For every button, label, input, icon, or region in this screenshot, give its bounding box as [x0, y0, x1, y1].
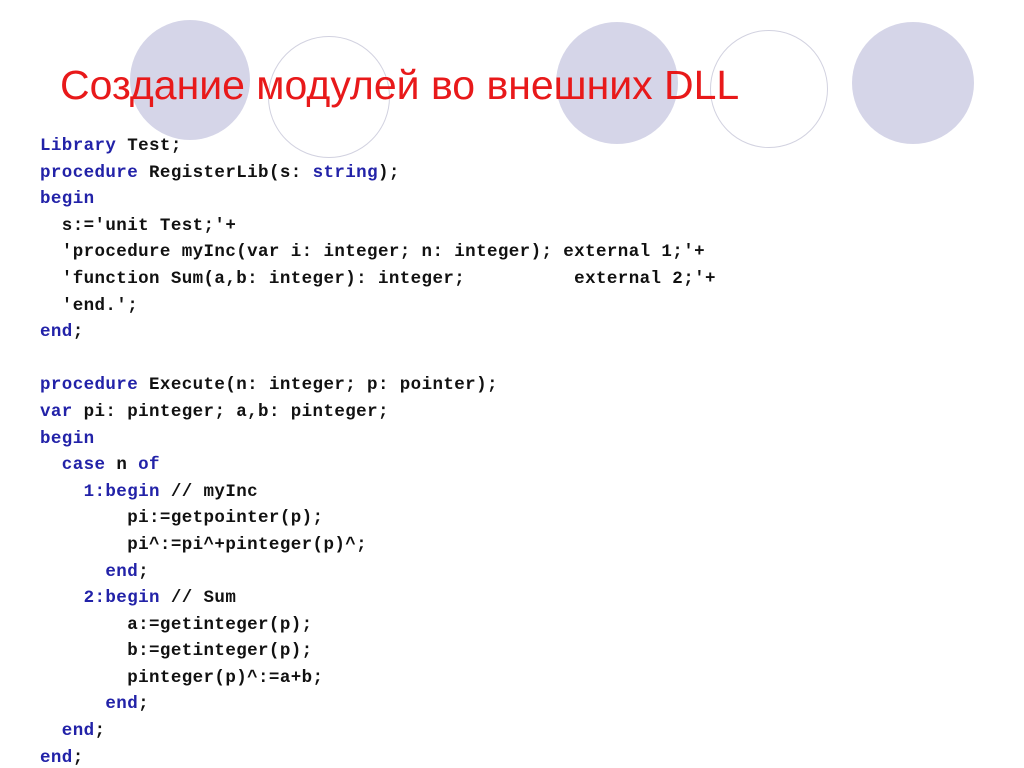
code-text: Execute(n: integer; p: pointer);: [138, 375, 498, 396]
code-keyword: end: [40, 747, 73, 768]
code-line: pi^:=pi^+pinteger(p)^;: [40, 532, 1000, 559]
code-line: end;: [40, 745, 1000, 768]
code-line: Library Test;: [40, 133, 1000, 160]
code-line: pinteger(p)^:=a+b;: [40, 665, 1000, 692]
code-text: ;: [94, 721, 106, 742]
code-line: 'function Sum(a,b: integer): integer; ex…: [40, 266, 1000, 293]
code-keyword: 1:begin: [40, 481, 160, 502]
code-keyword: begin: [40, 428, 95, 449]
code-text: // Sum: [159, 588, 237, 609]
code-line: b:=getinteger(p);: [40, 638, 1000, 665]
code-text: 'end.';: [40, 295, 139, 316]
code-line: begin: [40, 186, 1000, 213]
code-text: pi: pinteger; a,b: pinteger;: [72, 401, 389, 422]
code-text: s:='unit Test;'+: [40, 215, 237, 236]
code-text: b:=getinteger(p);: [40, 641, 313, 662]
code-text: RegisterLib(s:: [138, 162, 313, 183]
code-text: // myInc: [159, 481, 259, 502]
code-line: case n of: [40, 452, 1000, 479]
code-block: Library Test; procedure RegisterLib(s: st…: [40, 133, 1000, 768]
code-keyword: string: [312, 162, 378, 183]
code-keyword: procedure: [40, 375, 139, 396]
code-text: );: [377, 162, 400, 183]
code-line: 1:begin // myInc: [40, 479, 1000, 506]
page-title: Создание модулей во внешних DLL: [60, 62, 740, 108]
code-text: ;: [72, 322, 84, 343]
code-text: ;: [138, 694, 150, 715]
slide-canvas: Создание модулей во внешних DLL Library …: [0, 0, 1024, 768]
code-text: pi:=getpointer(p);: [40, 508, 324, 529]
code-line: 'end.';: [40, 293, 1000, 320]
code-line: procedure RegisterLib(s: string);: [40, 160, 1000, 187]
code-line: end;: [40, 691, 1000, 718]
code-keyword: begin: [40, 189, 95, 210]
code-line: end;: [40, 319, 1000, 346]
code-keyword: 2:begin: [40, 588, 160, 609]
code-keyword: var: [40, 401, 73, 422]
code-line: var pi: pinteger; a,b: pinteger;: [40, 399, 1000, 426]
code-text: Test;: [116, 136, 182, 156]
code-line: a:=getinteger(p);: [40, 612, 1000, 639]
code-text: ;: [72, 747, 84, 768]
code-keyword: of: [138, 455, 160, 476]
code-text: 'procedure myInc(var i: integer; n: inte…: [40, 242, 706, 263]
code-keyword: end: [40, 694, 139, 715]
code-keyword: end: [40, 721, 95, 742]
code-text: 'function Sum(a,b: integer): integer; ex…: [40, 268, 716, 289]
code-line: 2:begin // Sum: [40, 585, 1000, 612]
code-text: pi^:=pi^+pinteger(p)^;: [40, 534, 368, 555]
code-text: pinteger(p)^:=a+b;: [40, 667, 324, 688]
code-keyword: procedure: [40, 162, 139, 183]
code-line: begin: [40, 426, 1000, 453]
code-line: pi:=getpointer(p);: [40, 505, 1000, 532]
code-keyword: end: [40, 561, 139, 582]
code-text: ;: [138, 561, 150, 582]
code-keyword: case: [40, 455, 106, 476]
code-line: 'procedure myInc(var i: integer; n: inte…: [40, 239, 1000, 266]
code-line: end;: [40, 559, 1000, 586]
code-line: procedure Execute(n: integer; p: pointer…: [40, 372, 1000, 399]
code-line: end;: [40, 718, 1000, 745]
code-keyword: end: [40, 322, 73, 343]
code-text: a:=getinteger(p);: [40, 614, 313, 635]
code-line: s:='unit Test;'+: [40, 213, 1000, 240]
code-text: n: [105, 455, 139, 476]
code-keyword: Library: [40, 136, 117, 156]
